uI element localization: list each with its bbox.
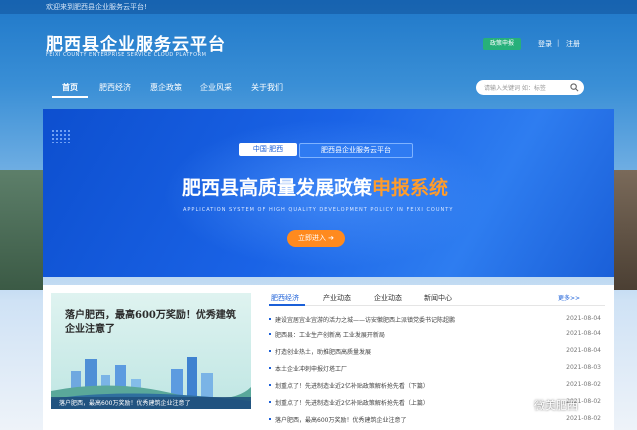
search-icon[interactable] bbox=[570, 83, 579, 92]
news-item[interactable]: 落户肥西，最高600万奖励！优秀建筑企业注意了 2021-08-02 bbox=[269, 415, 605, 427]
nav-home[interactable]: 首页 bbox=[62, 82, 78, 93]
top-bar: 欢迎来到肥西县企业服务云平台! bbox=[0, 0, 637, 14]
separator: | bbox=[557, 39, 560, 47]
news-date: 2021-08-04 bbox=[566, 330, 601, 337]
bullet bbox=[269, 367, 271, 369]
banner-title-english: APPLICATION SYSTEM OF HIGH QUALITY DEVEL… bbox=[183, 207, 454, 213]
news-item[interactable]: 肥西县：工业生产创新高 工业发展开新局 2021-08-04 bbox=[269, 330, 605, 342]
news-title[interactable]: 打造创业热土，助推肥西高质量发展 bbox=[275, 347, 371, 356]
tab-news-center[interactable]: 新闻中心 bbox=[424, 293, 452, 303]
news-item[interactable]: 打造创业热土，助推肥西高质量发展 2021-08-04 bbox=[269, 347, 605, 359]
tab-divider bbox=[269, 305, 605, 306]
news-title[interactable]: 划重点了！先进制造业近2亿补贴政策解析抢先看（上篇） bbox=[275, 398, 429, 407]
login-link[interactable]: 登录 bbox=[538, 39, 552, 49]
tab-active-indicator bbox=[269, 304, 305, 306]
news-title[interactable]: 肥西县：工业生产创新高 工业发展开新局 bbox=[275, 330, 385, 339]
nav-about-us[interactable]: 关于我们 bbox=[251, 82, 283, 93]
search-input[interactable]: 请输入关键词 如：标签 bbox=[484, 83, 546, 92]
news-title[interactable]: 本土企业冲刺申报灯塔工厂 bbox=[275, 364, 347, 373]
promo-caption: 落户肥西，最高600万奖励！优秀建筑企业注意了 bbox=[59, 400, 191, 407]
nav-feixi-economy[interactable]: 肥西经济 bbox=[99, 82, 131, 93]
news-date: 2021-08-04 bbox=[566, 347, 601, 354]
background-town-right bbox=[614, 170, 637, 290]
register-link[interactable]: 注册 bbox=[566, 39, 580, 49]
news-item[interactable]: 建设宜居宜业宜游的活力之城——访安徽肥西上派镇党委书记陈超鹏 2021-08-04 bbox=[269, 315, 605, 327]
tab-industry-news[interactable]: 产业动态 bbox=[323, 293, 351, 303]
banner-title-highlight: 申报系统 bbox=[372, 177, 449, 199]
banner-tag-platform: 肥西县企业服务云平台 bbox=[299, 143, 413, 158]
nav-policies[interactable]: 惠企政策 bbox=[150, 82, 182, 93]
bullet bbox=[269, 418, 271, 420]
news-title[interactable]: 落户肥西，最高600万奖励！优秀建筑企业注意了 bbox=[275, 415, 406, 424]
banner-title: 肥西县高质量发展政策申报系统 bbox=[182, 173, 448, 200]
promo-title: 落户肥西，最高600万奖励！优秀建筑企业注意了 bbox=[65, 310, 236, 335]
news-title[interactable]: 建设宜居宜业宜游的活力之城——访安徽肥西上派镇党委书记陈超鹏 bbox=[275, 315, 455, 324]
welcome-text: 欢迎来到肥西县企业服务云平台! bbox=[46, 3, 147, 11]
news-date: 2021-08-04 bbox=[566, 315, 601, 322]
bullet bbox=[269, 350, 271, 352]
watermark-text: 微美肥西 bbox=[534, 399, 578, 412]
nav-enterprise-showcase[interactable]: 企业风采 bbox=[200, 82, 232, 93]
more-link[interactable]: 更多>> bbox=[558, 293, 580, 302]
news-title[interactable]: 划重点了！先进制造业近2亿补贴政策解析抢先看（下篇） bbox=[275, 381, 429, 390]
nav-active-indicator bbox=[52, 96, 88, 98]
hero-banner[interactable]: 中国·肥西 肥西县企业服务云平台 肥西县高质量发展政策申报系统 APPLICAT… bbox=[43, 109, 614, 277]
bullet bbox=[269, 318, 271, 320]
promo-image[interactable]: 落户肥西，最高600万奖励！优秀建筑企业注意了 落户肥西，最高600万奖励！优秀… bbox=[51, 293, 251, 409]
news-date: 2021-08-02 bbox=[566, 415, 601, 422]
search-box[interactable]: 请输入关键词 如：标签 bbox=[476, 80, 584, 95]
tab-enterprise-news[interactable]: 企业动态 bbox=[374, 293, 402, 303]
bullet bbox=[269, 333, 271, 335]
news-item[interactable]: 本土企业冲刺申报灯塔工厂 2021-08-03 bbox=[269, 364, 605, 376]
banner-tag-china-feixi: 中国·肥西 bbox=[239, 143, 297, 156]
tab-feixi-economy[interactable]: 肥西经济 bbox=[271, 293, 299, 303]
carousel-dots[interactable] bbox=[311, 266, 343, 277]
wechat-icon bbox=[518, 398, 531, 409]
banner-dot-pattern bbox=[51, 129, 71, 143]
news-date: 2021-08-03 bbox=[566, 364, 601, 371]
bullet bbox=[269, 401, 271, 403]
bullet bbox=[269, 384, 271, 386]
background-town-left bbox=[0, 170, 43, 290]
policy-declare-button[interactable]: 政策申报 bbox=[483, 38, 521, 50]
news-item[interactable]: 划重点了！先进制造业近2亿补贴政策解析抢先看（下篇） 2021-08-02 bbox=[269, 381, 605, 393]
site-subtitle: FEIXI COUNTY ENTERPRISE SERVICE CLOUD PL… bbox=[46, 52, 207, 58]
enter-now-button[interactable]: 立即进入 ➔ bbox=[287, 230, 345, 247]
news-date: 2021-08-02 bbox=[566, 381, 601, 388]
banner-title-main: 肥西县高质量发展政策 bbox=[182, 177, 373, 199]
